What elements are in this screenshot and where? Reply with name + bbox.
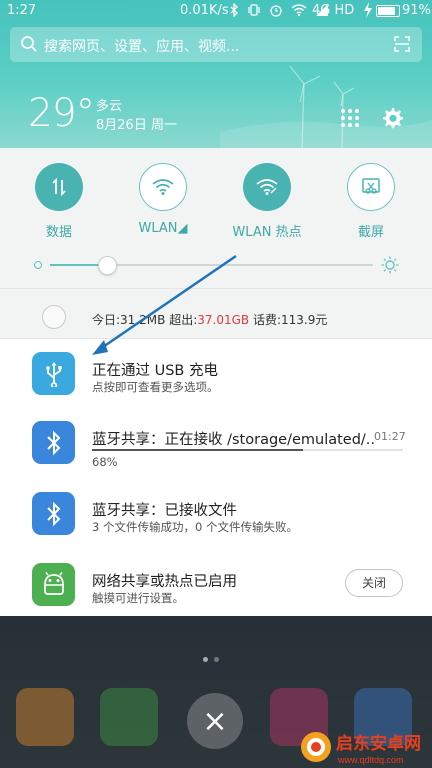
clear-notifications-button[interactable]: ×: [187, 693, 243, 749]
usage-ring-icon: [42, 305, 66, 329]
toggle-label: WLAN◢: [138, 221, 188, 236]
battery-icon: [376, 5, 400, 17]
weather-date: 8月26日 周一: [96, 118, 177, 133]
toggle-label: 截屏: [357, 225, 384, 240]
vibrate-icon: [248, 4, 260, 16]
data-usage-bar[interactable]: 今日:31.2MB 超出:37.01GB 话费:113.9元: [0, 288, 432, 338]
search-placeholder: 搜索网页、设置、应用、视频...: [44, 39, 240, 55]
notification-title: 网络共享或热点已启用: [92, 574, 237, 590]
status-bar: 1:27 0.01K/s 4G HD 91%: [0, 0, 432, 24]
hotspot-icon: [243, 163, 291, 211]
clock: 1:27: [7, 3, 37, 18]
screenshot-icon: [347, 163, 395, 211]
page-indicator: [203, 657, 219, 662]
toggle-screenshot[interactable]: 截屏: [326, 163, 416, 240]
brightness-slider[interactable]: [32, 256, 402, 275]
notification-subtitle: 触摸可进行设置。: [92, 591, 184, 605]
battery-percent: 91%: [402, 3, 431, 18]
toggle-wlan[interactable]: WLAN◢: [118, 163, 208, 236]
mobile-data-icon: [35, 163, 83, 211]
notification-subtitle: 3 个文件传输成功，0 个文件传输失败。: [92, 520, 298, 534]
usb-icon: [32, 352, 75, 395]
bluetooth-icon: [32, 492, 75, 535]
toggle-label: 数据: [45, 225, 72, 240]
network-speed: 0.01K/s: [180, 3, 229, 18]
notification-usb-charging[interactable]: 正在通过 USB 充电 点按即可查看更多选项。: [0, 339, 432, 409]
notification-title: 蓝牙共享：已接收文件: [92, 503, 237, 519]
notification-header: 1:27 0.01K/s 4G HD 91% 搜索网页、设置、应用、视频... …: [0, 0, 432, 148]
notification-tethering[interactable]: 网络共享或热点已启用 触摸可进行设置。 关闭: [0, 550, 432, 620]
charging-icon: [364, 2, 372, 18]
notification-title: 正在通过 USB 充电: [92, 363, 218, 379]
temperature: 29°: [28, 91, 95, 136]
over-value: 37.01GB: [197, 313, 250, 327]
grid-menu-icon[interactable]: [340, 108, 360, 128]
brightness-handle[interactable]: [98, 256, 118, 275]
bluetooth-icon: [32, 421, 75, 464]
settings-gear-icon[interactable]: [380, 106, 404, 130]
quick-settings-panel: 数据 WLAN◢ WLAN 热点 截屏: [0, 148, 432, 288]
today-usage: 今日:31.2MB: [92, 313, 166, 327]
toggle-wlan-hotspot[interactable]: WLAN 热点: [222, 163, 312, 240]
transfer-progress-percent: 68%: [92, 455, 118, 469]
transfer-progress-bar: [92, 449, 403, 451]
search-bar[interactable]: 搜索网页、设置、应用、视频...: [10, 27, 422, 62]
phone-balance: 话费:113.9元: [252, 313, 328, 327]
alarm-icon: [270, 5, 282, 17]
svg-text:启东安卓网: 启东安卓网: [336, 733, 421, 753]
windmill-illustration: [220, 65, 432, 148]
usage-text: 今日:31.2MB 超出:37.01GB 话费:113.9元: [92, 311, 327, 328]
toggle-label: WLAN 热点: [232, 225, 302, 240]
scan-icon[interactable]: [394, 36, 410, 52]
notification-subtitle: 点按即可查看更多选项。: [92, 380, 219, 394]
bluetooth-status-icon: [230, 3, 238, 17]
brightness-low-icon: [34, 261, 42, 269]
brightness-high-icon: [381, 256, 399, 274]
over-label: 超出:: [169, 313, 198, 327]
toggle-mobile-data[interactable]: 数据: [14, 163, 104, 240]
wifi-icon: [139, 163, 187, 211]
brightness-track: [108, 264, 373, 266]
notification-title: 蓝牙共享：正在接收 /storage/emulated/..: [92, 432, 376, 448]
dock-app-messages: [16, 688, 74, 746]
android-icon: [32, 563, 75, 606]
dock-app-phone: [100, 688, 158, 746]
weather-condition: 多云: [96, 99, 123, 114]
watermark-logo: 启东安卓网 www.qdltdq.com: [301, 732, 421, 765]
search-icon: [21, 36, 37, 52]
turn-off-hotspot-button[interactable]: 关闭: [345, 569, 403, 597]
notification-list: 正在通过 USB 充电 点按即可查看更多选项。 蓝牙共享：正在接收 /stora…: [0, 338, 432, 616]
wifi-status-icon: [291, 4, 307, 17]
notification-bluetooth-receiving[interactable]: 蓝牙共享：正在接收 /storage/emulated/.. 01:27 68%: [0, 408, 432, 478]
notification-bluetooth-received[interactable]: 蓝牙共享：已接收文件 3 个文件传输成功，0 个文件传输失败。: [0, 479, 432, 549]
network-type: 4G HD: [312, 3, 355, 18]
notification-time: 01:27: [374, 430, 406, 443]
svg-text:www.qdltdq.com: www.qdltdq.com: [337, 755, 404, 765]
